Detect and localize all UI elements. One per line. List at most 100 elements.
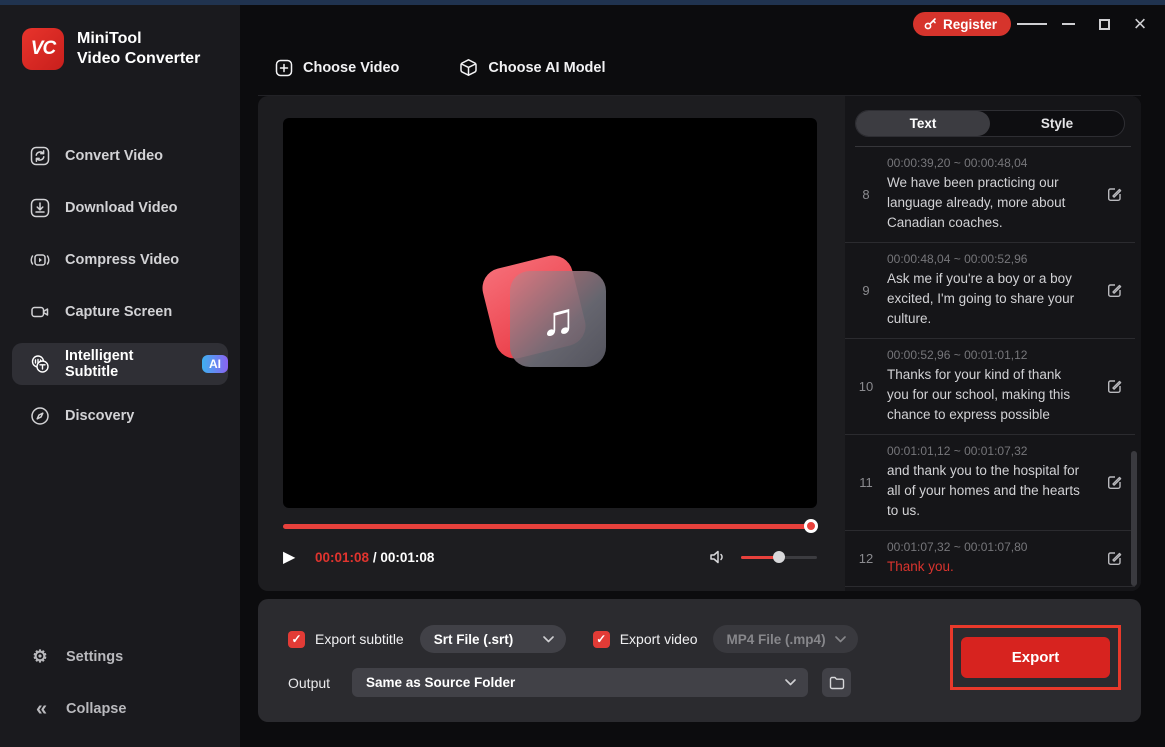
subtitle-format-value: Srt File (.srt) <box>433 631 514 647</box>
subtitle-timecode: 00:01:07,32 ~ 00:01:07,80 <box>887 540 1028 554</box>
sidebar-item-intelligent-subtitle[interactable]: Intelligent Subtitle AI <box>12 343 228 385</box>
subtitle-row[interactable]: 8 00:00:39,20 ~ 00:00:48,04 We have been… <box>845 147 1135 243</box>
content-card: ♫ ▶ 00:01:08 / 00:01:08 Text Style 8 00:… <box>258 96 1141 591</box>
subtitle-list: 8 00:00:39,20 ~ 00:00:48,04 We have been… <box>845 147 1135 587</box>
sidebar-footer: ⚙ Settings « Collapse <box>12 625 228 729</box>
export-video-checkbox[interactable]: ✓ <box>592 630 610 648</box>
edit-subtitle-button[interactable] <box>1106 474 1123 491</box>
close-icon: × <box>1133 11 1147 36</box>
sidebar-item-capture-screen[interactable]: Capture Screen <box>12 291 228 333</box>
convert-video-icon <box>30 146 50 166</box>
export-highlight-annotation: Export <box>950 625 1121 690</box>
collapse-button[interactable]: « Collapse <box>12 689 228 729</box>
time-separator: / <box>372 549 377 565</box>
minimize-icon <box>1061 23 1075 25</box>
intelligent-subtitle-icon <box>30 354 50 374</box>
video-format-select[interactable]: MP4 File (.mp4) <box>712 625 858 653</box>
logo-text: VC <box>30 38 56 59</box>
subtitle-index: 11 <box>859 475 873 490</box>
app-title-line2: Video Converter <box>77 50 201 67</box>
progress-knob[interactable] <box>804 519 818 533</box>
subtitle-row[interactable]: 11 00:01:01,12 ~ 00:01:07,32 and thank y… <box>845 435 1135 531</box>
volume-knob[interactable] <box>773 550 785 563</box>
export-subtitle-checkbox[interactable]: ✓ <box>288 630 305 648</box>
edit-subtitle-button[interactable] <box>1106 378 1123 395</box>
tab-choose-video[interactable]: Choose Video <box>275 58 399 77</box>
settings-label: Settings <box>66 649 124 665</box>
subtitle-timecode: 00:01:01,12 ~ 00:01:07,32 <box>887 444 1028 458</box>
check-icon: ✓ <box>291 632 302 646</box>
subtitle-timecode: 00:00:52,96 ~ 00:01:01,12 <box>887 348 1028 362</box>
app-logo-icon: VC <box>22 28 64 70</box>
sidebar-item-label: Compress Video <box>65 252 180 268</box>
chevron-down-icon <box>542 635 554 643</box>
volume-icon[interactable] <box>709 549 728 565</box>
export-video-label: Export video <box>619 631 698 647</box>
titlebar: Register × <box>912 11 1155 37</box>
check-icon: ✓ <box>596 632 607 646</box>
browse-folder-button[interactable] <box>822 668 851 697</box>
brand: VC MiniTool Video Converter <box>22 28 200 70</box>
thumbnail-front-card: ♫ <box>510 271 606 367</box>
sidebar-item-compress-video[interactable]: Compress Video <box>12 239 228 281</box>
menu-icon[interactable] <box>1017 11 1047 37</box>
tab-style[interactable]: Style <box>990 111 1124 136</box>
edit-subtitle-button[interactable] <box>1106 282 1123 299</box>
sidebar-item-download-video[interactable]: Download Video <box>12 187 228 229</box>
minimize-button[interactable] <box>1053 11 1083 37</box>
discovery-icon <box>30 406 50 426</box>
register-label: Register <box>942 16 997 32</box>
edit-subtitle-button[interactable] <box>1106 550 1123 567</box>
volume-slider[interactable] <box>741 550 817 563</box>
output-folder-select[interactable]: Same as Source Folder <box>352 668 808 697</box>
subtitle-index: 8 <box>862 187 870 202</box>
subtitle-index: 9 <box>862 283 870 298</box>
edit-icon <box>1108 476 1122 489</box>
audio-file-thumbnail: ♫ <box>478 251 613 373</box>
sidebar-item-label: Download Video <box>65 200 178 216</box>
time-display: 00:01:08 / 00:01:08 <box>315 550 434 565</box>
gear-icon: ⚙ <box>32 647 48 666</box>
subtitle-row-active[interactable]: 12 00:01:07,32 ~ 00:01:07,80 Thank you. <box>845 531 1135 587</box>
subtitle-timecode: 00:00:39,20 ~ 00:00:48,04 <box>887 156 1028 170</box>
subtitle-text: Thanks for your kind of thank you for ou… <box>887 367 1071 422</box>
video-format-value: MP4 File (.mp4) <box>726 631 826 647</box>
output-row: Output Same as Source Folder <box>288 668 851 697</box>
subtitle-format-select[interactable]: Srt File (.srt) <box>419 625 566 653</box>
subtitle-timecode: 00:00:48,04 ~ 00:00:52,96 <box>887 252 1028 266</box>
tab-label: Choose AI Model <box>488 59 606 76</box>
sidebar-item-discovery[interactable]: Discovery <box>12 395 228 437</box>
sidebar-item-label: Discovery <box>65 408 135 424</box>
subtitle-row[interactable]: 10 00:00:52,96 ~ 00:01:01,12 Thanks for … <box>845 339 1135 435</box>
export-bar: ✓ Export subtitle Srt File (.srt) ✓ Expo… <box>258 599 1141 722</box>
edit-subtitle-button[interactable] <box>1106 186 1123 203</box>
register-button[interactable]: Register <box>912 12 1011 36</box>
subtitle-index: 12 <box>858 551 874 566</box>
sidebar-item-label: Convert Video <box>65 148 164 164</box>
chevron-down-icon <box>834 635 846 643</box>
subtitle-index: 10 <box>858 379 874 394</box>
edit-icon <box>1108 380 1122 393</box>
plus-square-icon <box>275 59 293 76</box>
folder-icon <box>829 676 844 689</box>
app-title-line1: MiniTool <box>77 30 142 47</box>
maximize-button[interactable] <box>1089 11 1119 37</box>
playback-progress-bar[interactable] <box>283 519 818 533</box>
sidebar-item-convert-video[interactable]: Convert Video <box>12 135 228 177</box>
play-button[interactable]: ▶ <box>283 547 303 567</box>
tab-text[interactable]: Text <box>856 111 990 136</box>
close-button[interactable]: × <box>1125 11 1155 37</box>
sidebar-item-label: Intelligent Subtitle <box>65 348 134 380</box>
video-preview[interactable]: ♫ <box>283 118 817 508</box>
subtitle-row[interactable]: 9 00:00:48,04 ~ 00:00:52,96 Ask me if yo… <box>845 243 1135 339</box>
collapse-icon: « <box>35 697 47 720</box>
compress-video-icon <box>30 250 50 270</box>
scrollbar-thumb[interactable] <box>1131 451 1137 586</box>
settings-button[interactable]: ⚙ Settings <box>12 637 228 677</box>
export-button[interactable]: Export <box>961 637 1110 678</box>
subtitle-panel-tabs: Text Style <box>855 110 1125 137</box>
sidebar-menu: Convert Video Download Video Compress Vi… <box>12 135 228 447</box>
chevron-down-icon <box>785 679 796 686</box>
tab-choose-ai-model[interactable]: Choose AI Model <box>459 58 606 77</box>
capture-screen-icon <box>30 302 50 322</box>
